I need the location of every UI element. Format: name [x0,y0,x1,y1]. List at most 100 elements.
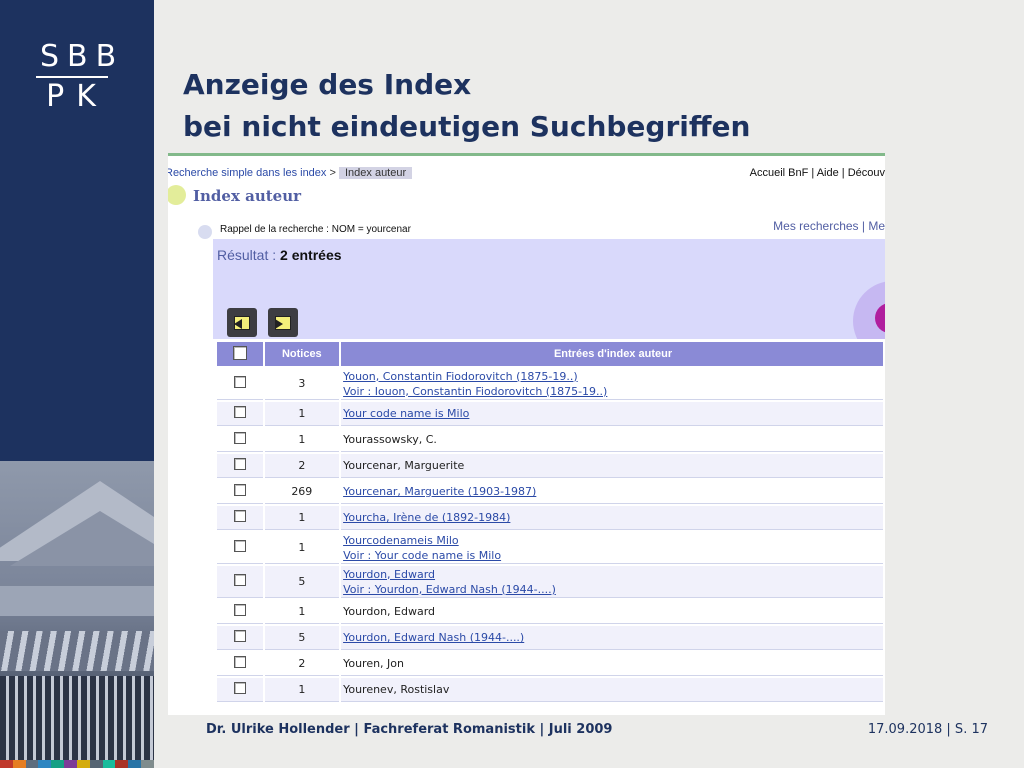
top-links[interactable]: Accueil BnF | Aide | Découv [750,167,885,179]
stripe-segment [141,760,154,768]
page-prev-icon [234,315,250,330]
title-line-2: bei nicht eindeutigen Suchbegriffen [183,110,751,143]
table-row: 5 Yourdon, Edward Nash (1944-....) [217,626,883,650]
row-checkbox[interactable] [233,682,246,694]
row-check-cell [217,506,263,530]
photo-facade [0,676,154,760]
entry-link[interactable]: Your code name is Milo [343,406,883,421]
footer-author: Dr. Ulrike Hollender | Fachreferat Roman… [206,722,613,737]
row-notices: 5 [264,566,340,598]
row-entry-cell: Yourcenar, Marguerite [341,454,883,478]
row-checkbox[interactable] [233,432,246,444]
mes-recherches-link[interactable]: Mes recherches | Me [773,219,885,233]
building-photo [0,461,154,760]
row-entry-cell: Yourassowsky, C. [341,428,883,452]
breadcrumb: Recherche simple dans les index > Index … [168,167,413,179]
stripe-segment [76,760,90,768]
row-check-cell [217,454,263,478]
result-value: 2 entrées [280,247,342,263]
sbb-pk-logo: SBB PK [34,42,116,114]
stripe-segment [128,760,142,768]
stripe-segment [38,760,52,768]
stripe-segment [25,760,39,768]
row-notices: 1 [264,428,340,452]
entry-link[interactable]: Yourdon, Edward [343,567,883,582]
row-check-cell [217,626,263,650]
row-checkbox[interactable] [233,656,246,668]
breadcrumb-link[interactable]: Recherche simple dans les index [168,167,326,179]
result-panel: Résultat : 2 entrées [213,239,885,339]
row-checkbox[interactable] [233,604,246,616]
entry-link[interactable]: Voir : Your code name is Milo [343,548,883,563]
table-row: 1 Yourenev, Rostislav [217,678,883,702]
stripe-segment [115,760,129,768]
row-checkbox[interactable] [233,484,246,496]
row-checkbox[interactable] [233,458,246,470]
row-check-cell [217,566,263,598]
decorative-dot [168,185,186,205]
entry-link[interactable]: Yourdon, Edward Nash (1944-....) [343,630,883,645]
footer-date-page: 17.09.2018 | S. 17 [867,722,988,737]
catalogue-screenshot: Recherche simple dans les index > Index … [168,153,885,715]
row-check-cell [217,532,263,564]
row-entry-cell: Youon, Constantin Fiodorovitch (1875-19.… [341,368,883,400]
logo-rule [36,76,108,78]
row-check-cell [217,402,263,426]
stripe-segment [51,760,65,768]
row-entry-cell: Yourcodenameis Milo Voir : Your code name… [341,532,883,564]
entry-link[interactable]: Yourcodenameis Milo [343,533,883,548]
row-notices: 1 [264,600,340,624]
top-rule [168,153,885,156]
table-row: 2 Yourcenar, Marguerite [217,454,883,478]
next-page-button[interactable] [268,308,298,337]
row-entry-cell: Your code name is Milo [341,402,883,426]
row-entry-cell: Yourcha, Irène de (1892-1984) [341,506,883,530]
decorative-dot-small [198,225,212,239]
select-all-checkbox[interactable] [232,345,247,360]
entry-link[interactable]: Yourcenar, Marguerite (1903-1987) [343,484,883,499]
entry-text: Yourassowsky, C. [343,433,437,446]
result-count: Résultat : 2 entrées [217,247,342,263]
row-entry-cell: Youren, Jon [341,652,883,676]
entry-text: Yourenev, Rostislav [343,683,450,696]
row-checkbox[interactable] [233,540,246,552]
row-entry-cell: Yourdon, Edward Voir : Yourdon, Edward Na… [341,566,883,598]
row-notices: 269 [264,480,340,504]
row-notices: 2 [264,454,340,478]
stripe-segment [64,760,77,768]
row-check-cell [217,678,263,702]
stripe-segment [89,760,103,768]
photo-roof [0,631,154,671]
row-notices: 1 [264,506,340,530]
row-notices: 1 [264,678,340,702]
entry-link[interactable]: Voir : Yourdon, Edward Nash (1944-....) [343,582,883,597]
row-checkbox[interactable] [233,406,246,418]
photo-pediment-relief [10,511,154,566]
table-row: 269 Yourcenar, Marguerite (1903-1987) [217,480,883,504]
color-stripe [0,760,154,768]
entry-link[interactable]: Voir : Iouon, Constantin Fiodorovitch (1… [343,384,883,399]
row-checkbox[interactable] [233,630,246,642]
row-check-cell [217,428,263,452]
title-line-1: Anzeige des Index [183,68,472,101]
table-row: 1 Yourcodenameis Milo Voir : Your code nam… [217,532,883,564]
row-notices: 5 [264,626,340,650]
table-row: 3 Youon, Constantin Fiodorovitch (1875-19… [217,368,883,400]
row-checkbox[interactable] [233,510,246,522]
row-check-cell [217,368,263,400]
row-notices: 1 [264,532,340,564]
entry-link[interactable]: Yourcha, Irène de (1892-1984) [343,510,883,525]
row-check-cell [217,600,263,624]
table-header-row: Notices Entrées d'index auteur [217,342,883,366]
index-title: Index auteur [193,187,302,205]
entry-text: Yourcenar, Marguerite [343,459,465,472]
breadcrumb-separator: > [329,167,336,179]
entry-link[interactable]: Youon, Constantin Fiodorovitch (1875-19.… [343,369,883,384]
row-checkbox[interactable] [233,376,246,388]
prev-page-button[interactable] [227,308,257,337]
page-next-icon [275,315,291,330]
select-all-cell [217,342,263,366]
row-checkbox[interactable] [233,574,246,586]
logo-bottom: PK [46,79,108,114]
row-check-cell [217,652,263,676]
